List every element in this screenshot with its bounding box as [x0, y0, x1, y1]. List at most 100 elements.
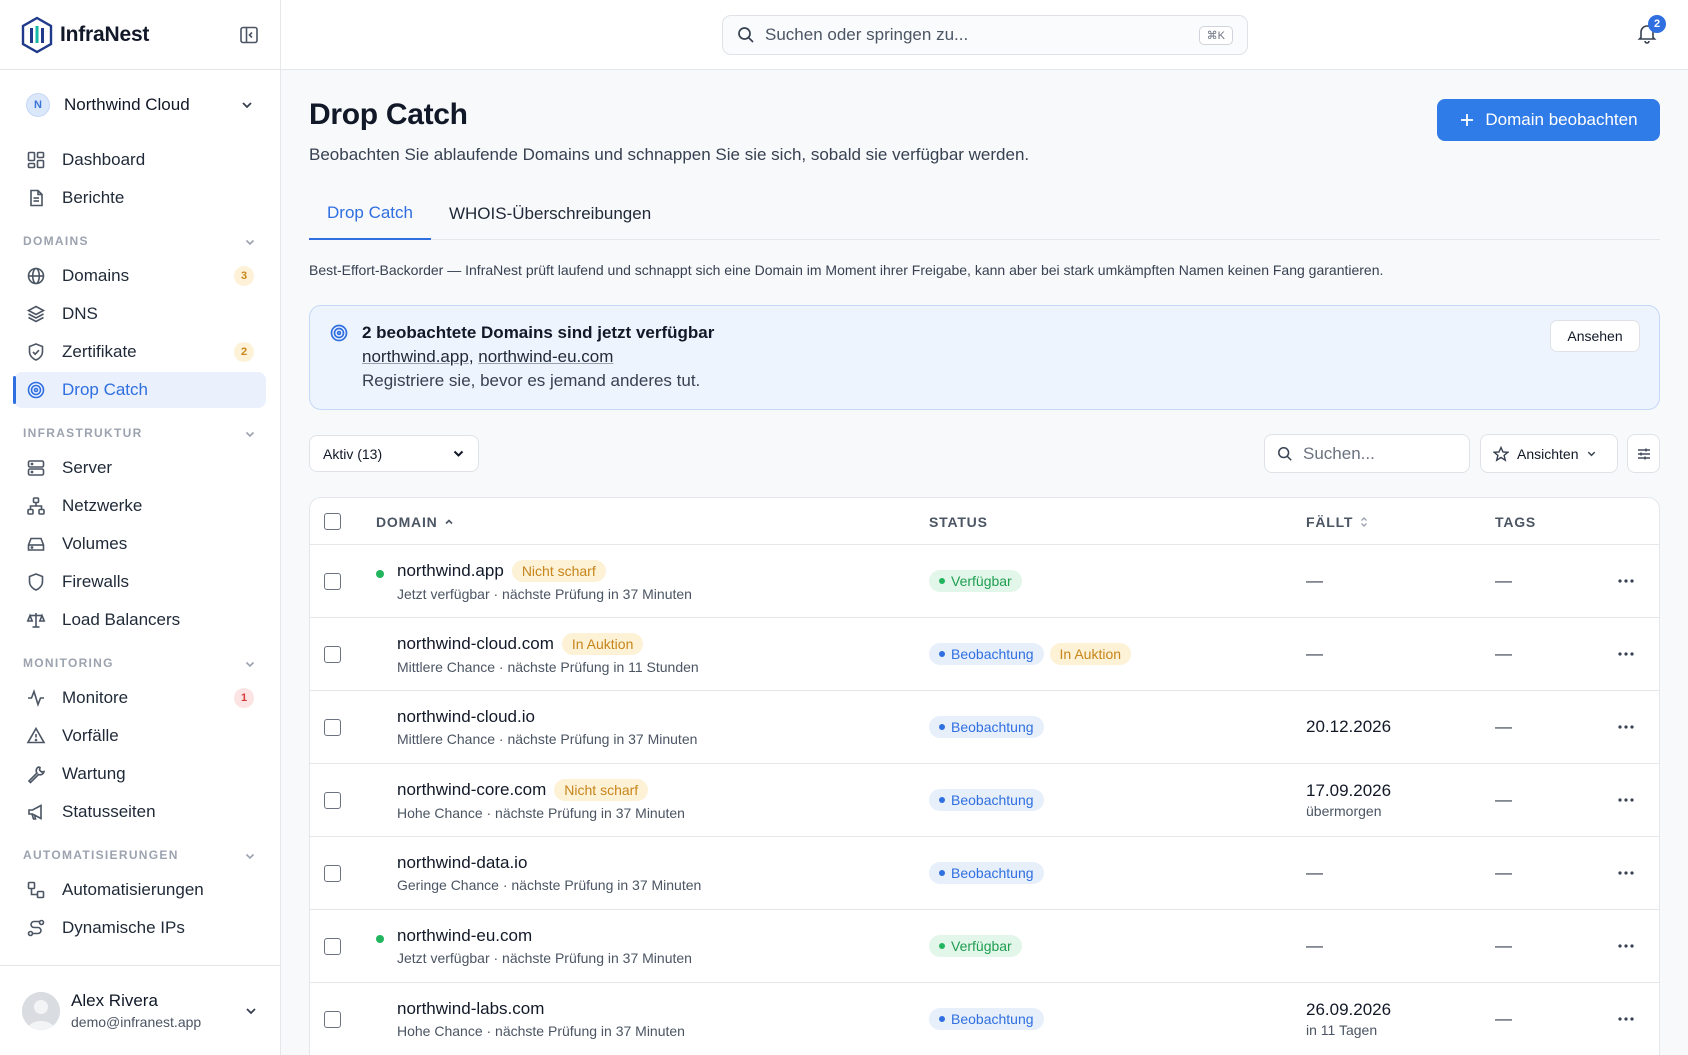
section-label-automatisierungen[interactable]: AUTOMATISIERUNGEN — [0, 832, 280, 870]
section-label-monitoring[interactable]: MONITORING — [0, 640, 280, 678]
column-header-due[interactable]: FÄLLT — [1306, 498, 1369, 545]
row-checkbox[interactable] — [324, 864, 341, 882]
domain-name[interactable]: northwind.app — [397, 561, 504, 581]
chevron-down-icon — [245, 431, 255, 438]
user-menu[interactable]: Alex Rivera demo@infranest.app — [0, 965, 280, 1055]
warning-icon — [26, 726, 46, 744]
global-search-input[interactable]: Suchen oder springen zu... ⌘K — [722, 15, 1248, 55]
domain-name[interactable]: northwind-labs.com — [397, 999, 544, 1019]
more-actions-icon[interactable] — [1616, 797, 1636, 803]
alert-link-northwind-eu[interactable]: northwind-eu.com — [478, 347, 613, 366]
search-icon — [1278, 446, 1292, 461]
tab-drop-catch[interactable]: Drop Catch — [309, 188, 431, 240]
sidebar-item-label: Server — [62, 458, 113, 477]
count-badge: 3 — [234, 266, 254, 286]
org-switcher[interactable]: N Northwind Cloud — [0, 70, 280, 140]
select-all-checkbox[interactable] — [324, 513, 341, 530]
sidebar-item-berichte[interactable]: Berichte — [14, 180, 266, 216]
row-checkbox[interactable] — [324, 718, 341, 736]
sidebar-item-drop-catch[interactable]: Drop Catch — [13, 372, 266, 408]
table-row[interactable]: northwind-data.io Geringe Chance · nächs… — [310, 837, 1659, 910]
sidebar-item-load-balancers[interactable]: Load Balancers — [14, 602, 266, 638]
more-actions-icon[interactable] — [1616, 651, 1636, 657]
table-row[interactable]: northwind-eu.com Jetzt verfügbar · nächs… — [310, 910, 1659, 983]
column-settings-button[interactable] — [1627, 434, 1660, 473]
domain-name[interactable]: northwind-data.io — [397, 853, 527, 873]
sidebar-item-firewalls[interactable]: Firewalls — [14, 564, 266, 600]
scale-icon — [26, 613, 46, 628]
sidebar-item-wartung[interactable]: Wartung — [14, 756, 266, 792]
sidebar-item-label: Load Balancers — [62, 610, 181, 629]
page-subtitle: Beobachten Sie ablaufende Domains und sc… — [309, 145, 1030, 164]
table-search-input[interactable]: Suchen... — [1264, 434, 1470, 473]
domain-name[interactable]: northwind-cloud.com — [397, 634, 554, 654]
sidebar-item-server[interactable]: Server — [14, 450, 266, 486]
infranest-logo-icon — [21, 16, 53, 53]
auction-status-badge: In Auktion — [1049, 643, 1132, 665]
table-row[interactable]: northwind-core.com Nicht scharf Hohe Cha… — [310, 764, 1659, 837]
section-label-infrastruktur[interactable]: INFRASTRUKTUR — [0, 410, 280, 448]
sidebar-item-zertifikate[interactable]: Zertifikate 2 — [14, 334, 266, 370]
row-checkbox[interactable] — [324, 572, 341, 590]
sidebar-item-automatisierungen[interactable]: Automatisierungen — [14, 872, 266, 908]
info-note: Best-Effort-Backorder — InfraNest prüft … — [309, 262, 1384, 278]
sidebar-item-domains[interactable]: Domains 3 — [14, 258, 266, 294]
sidebar-item-label: Firewalls — [62, 572, 130, 591]
more-actions-icon[interactable] — [1616, 724, 1636, 730]
table-row[interactable]: northwind.app Nicht scharf Jetzt verfügb… — [310, 545, 1659, 618]
shortcut-hint: ⌘K — [1198, 25, 1233, 45]
more-actions-icon[interactable] — [1616, 870, 1636, 876]
chevron-down-icon — [245, 239, 255, 246]
row-checkbox[interactable] — [324, 1010, 341, 1028]
more-actions-icon[interactable] — [1616, 943, 1636, 949]
table-row[interactable]: northwind-cloud.com In Auktion Mittlere … — [310, 618, 1659, 691]
watch-domain-button[interactable]: Domain beobachten — [1437, 99, 1660, 141]
sidebar-item-volumes[interactable]: Volumes — [14, 526, 266, 562]
drop-catch-table: DOMAIN STATUS FÄLLT TAGS northwind.app N… — [309, 497, 1660, 1055]
sidebar-item-dashboard[interactable]: Dashboard — [14, 142, 266, 178]
status-badge: Beobachtung — [929, 789, 1044, 811]
row-checkbox[interactable] — [324, 791, 341, 809]
view-button[interactable]: Ansehen — [1550, 320, 1640, 352]
more-actions-icon[interactable] — [1616, 578, 1636, 584]
wrench-icon — [27, 766, 45, 784]
sidebar-item-label: Vorfälle — [62, 726, 119, 745]
table-row[interactable]: northwind-labs.com Hohe Chance · nächste… — [310, 983, 1659, 1055]
sidebar-item-monitore[interactable]: Monitore 1 — [14, 680, 266, 716]
domain-name[interactable]: northwind-core.com — [397, 780, 546, 800]
more-actions-icon[interactable] — [1616, 1016, 1636, 1022]
column-header-domain[interactable]: DOMAIN — [376, 498, 454, 545]
chevron-down-icon — [245, 661, 255, 668]
tags: — — [1495, 644, 1512, 663]
sidebar-item-label: Volumes — [62, 534, 128, 553]
status-filter-select[interactable]: Aktiv (13) — [309, 435, 479, 472]
sidebar-item-statusseiten[interactable]: Statusseiten — [14, 794, 266, 830]
sidebar-item-netzwerke[interactable]: Netzwerke — [14, 488, 266, 524]
domain-name[interactable]: northwind-cloud.io — [397, 707, 535, 727]
sidebar-item-dynamische-ips[interactable]: Dynamische IPs — [14, 910, 266, 946]
user-name: Alex Rivera — [71, 991, 158, 1010]
workflow-icon — [27, 881, 45, 899]
arming-badge: Nicht scharf — [511, 560, 606, 582]
alert-link-northwind-app[interactable]: northwind.app — [362, 347, 469, 366]
row-checkbox[interactable] — [324, 937, 341, 955]
sidebar-collapse-icon[interactable] — [238, 24, 260, 46]
row-checkbox[interactable] — [324, 645, 341, 663]
views-button[interactable]: Ansichten — [1480, 434, 1618, 473]
table-row[interactable]: northwind-cloud.io Mittlere Chance · näc… — [310, 691, 1659, 764]
status-badge: Beobachtung — [929, 862, 1044, 884]
sidebar-item-vorfaelle[interactable]: Vorfälle — [14, 718, 266, 754]
due-date: 17.09.2026 — [1306, 781, 1392, 800]
chevron-down-icon — [245, 853, 255, 860]
dashboard-icon — [27, 151, 45, 169]
section-label-domains[interactable]: DOMAINS — [0, 218, 280, 256]
shield-check-icon — [28, 343, 44, 361]
sidebar-item-label: Domains — [62, 266, 130, 285]
server-icon — [27, 460, 45, 476]
megaphone-icon — [28, 804, 42, 820]
domain-name[interactable]: northwind-eu.com — [397, 926, 532, 946]
domain-meta: Hohe Chance · nächste Prüfung in 37 Minu… — [397, 805, 685, 821]
due-relative: übermorgen — [1306, 803, 1382, 819]
sidebar-item-dns[interactable]: DNS — [14, 296, 266, 332]
tab-whois-overrides[interactable]: WHOIS-Überschreibungen — [431, 188, 669, 240]
